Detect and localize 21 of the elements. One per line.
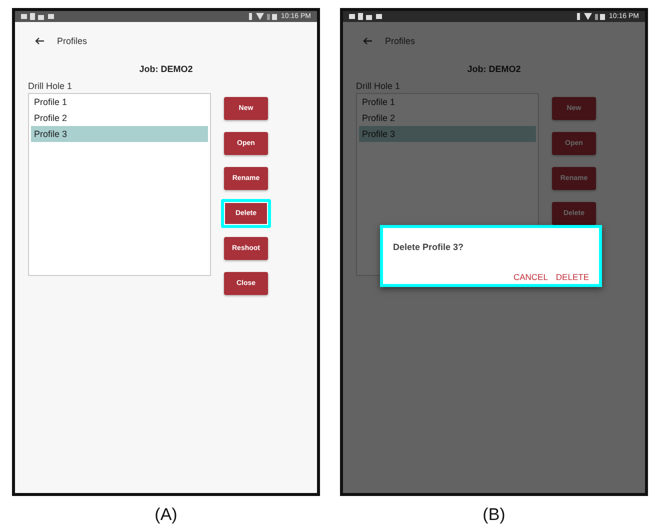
profile-item[interactable]: Profile 3 xyxy=(31,126,208,142)
list-label: Drill Hole 1 xyxy=(356,81,402,91)
profile-item[interactable]: Profile 2 xyxy=(31,110,208,126)
screen-title: Profiles xyxy=(385,36,416,46)
status-icons-drawing xyxy=(21,13,55,20)
status-icons-drawing xyxy=(249,13,278,20)
figure-caption: (A) xyxy=(154,505,178,525)
job-title: Job: DEMO2 xyxy=(138,64,194,74)
status-icons-drawing xyxy=(349,13,383,20)
dialog-button[interactable]: DELETE xyxy=(556,272,589,282)
profile-item[interactable]: Profile 1 xyxy=(31,94,208,110)
screen-title: Profiles xyxy=(57,36,88,46)
list-label: Drill Hole 1 xyxy=(28,81,74,91)
status-icons-drawing xyxy=(577,13,606,20)
profile-item[interactable]: Profile 2 xyxy=(359,110,536,126)
back-arrow-icon[interactable] xyxy=(35,37,45,45)
dialog-message: Delete Profile 3? xyxy=(393,242,465,252)
profile-item[interactable]: Profile 1 xyxy=(359,94,536,110)
job-title: Job: DEMO2 xyxy=(466,64,522,74)
figure-caption: (B) xyxy=(482,505,506,525)
dialog-button[interactable]: CANCEL xyxy=(513,272,548,282)
